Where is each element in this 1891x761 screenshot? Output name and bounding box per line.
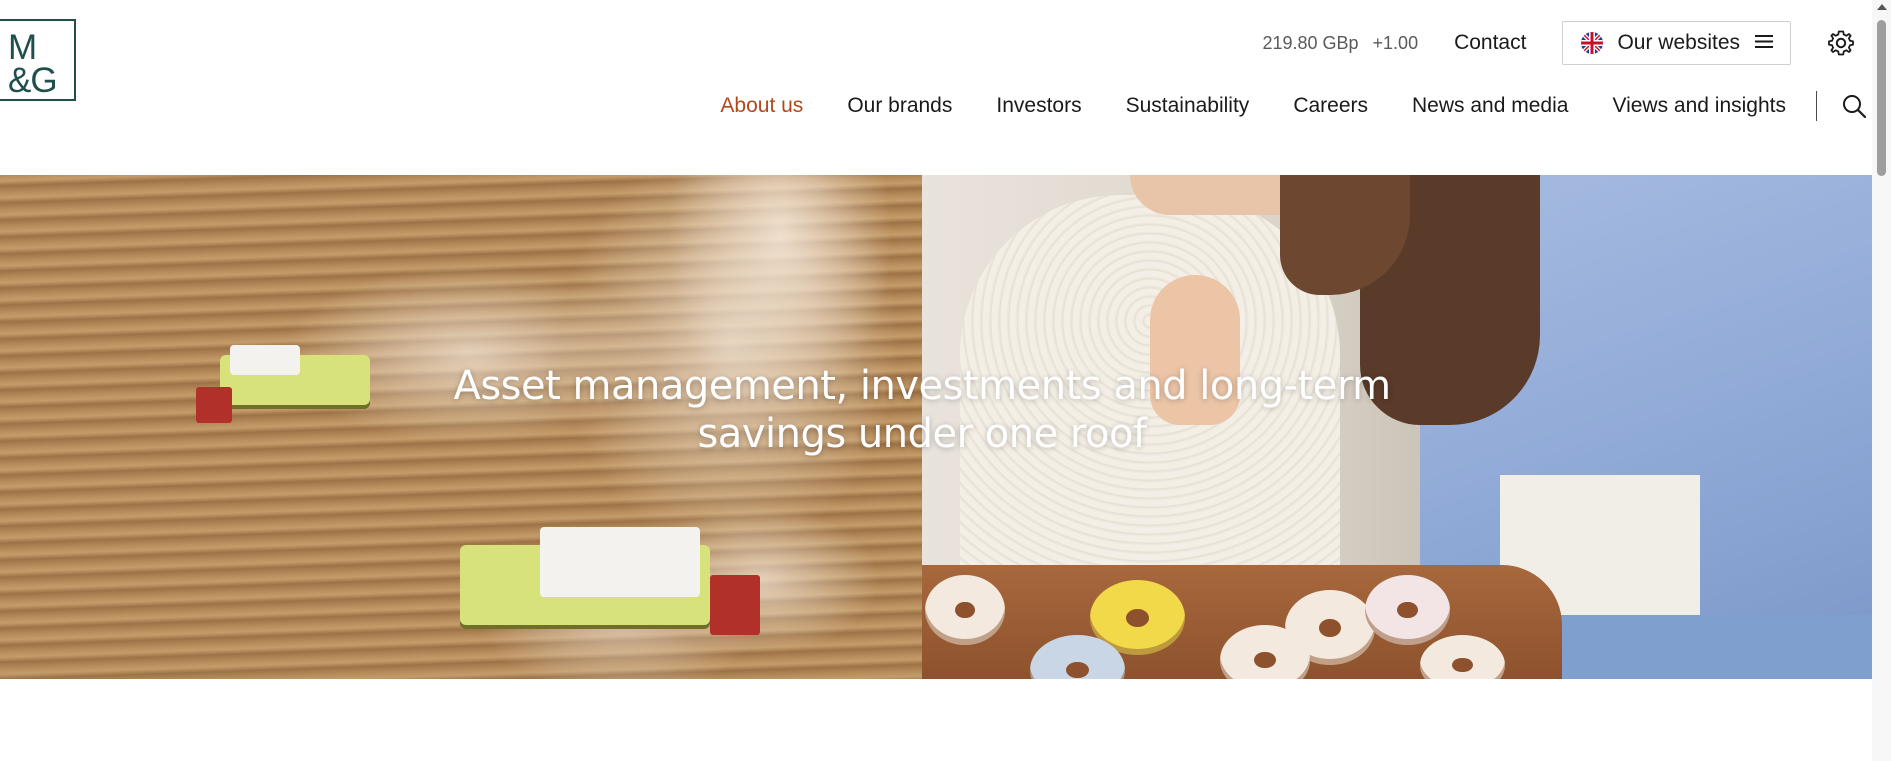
our-websites-label: Our websites	[1617, 31, 1740, 54]
contact-link[interactable]: Contact	[1454, 31, 1526, 55]
nav-item-sustainability[interactable]: Sustainability	[1126, 94, 1250, 118]
our-websites-button[interactable]: Our websites	[1562, 21, 1791, 65]
scrollbar-thumb[interactable]	[1877, 20, 1886, 176]
search-icon[interactable]	[1841, 93, 1867, 119]
hero-banner: Asset management, investments and long-t…	[0, 175, 1872, 679]
hero-headline-line-1: Asset management, investments and long-t…	[453, 362, 1391, 409]
mg-logo[interactable]: M &G	[0, 19, 76, 101]
scroll-up-arrow-icon[interactable]	[1877, 4, 1887, 10]
hamburger-icon	[1754, 31, 1774, 55]
uk-flag-icon	[1581, 32, 1604, 54]
nav-item-careers[interactable]: Careers	[1293, 94, 1368, 118]
nav-divider	[1816, 91, 1817, 121]
nav-item-our-brands[interactable]: Our brands	[847, 94, 952, 118]
hero-headline: Asset management, investments and long-t…	[0, 362, 1844, 458]
nav-item-views-and-insights[interactable]: Views and insights	[1612, 94, 1786, 118]
hero-headline-line-2: savings under one roof	[697, 410, 1147, 457]
nav-item-investors[interactable]: Investors	[996, 94, 1081, 118]
gear-icon[interactable]	[1827, 29, 1855, 57]
share-price-change: +1.00	[1372, 32, 1419, 53]
logo-line-2: &G	[8, 61, 58, 100]
main-navigation: About us Our brands Investors Sustainabi…	[676, 88, 1867, 124]
vertical-scrollbar[interactable]	[1872, 0, 1891, 761]
logo-line-1: M	[8, 28, 37, 67]
nav-item-news-and-media[interactable]: News and media	[1412, 94, 1568, 118]
page: M &G 219.80 GBp +1.00 Contact Our websit…	[0, 0, 1891, 761]
share-price: 219.80 GBp	[1262, 32, 1359, 53]
utility-bar: 219.80 GBp +1.00 Contact Our websites	[1262, 20, 1855, 66]
nav-item-about-us[interactable]: About us	[720, 94, 803, 118]
